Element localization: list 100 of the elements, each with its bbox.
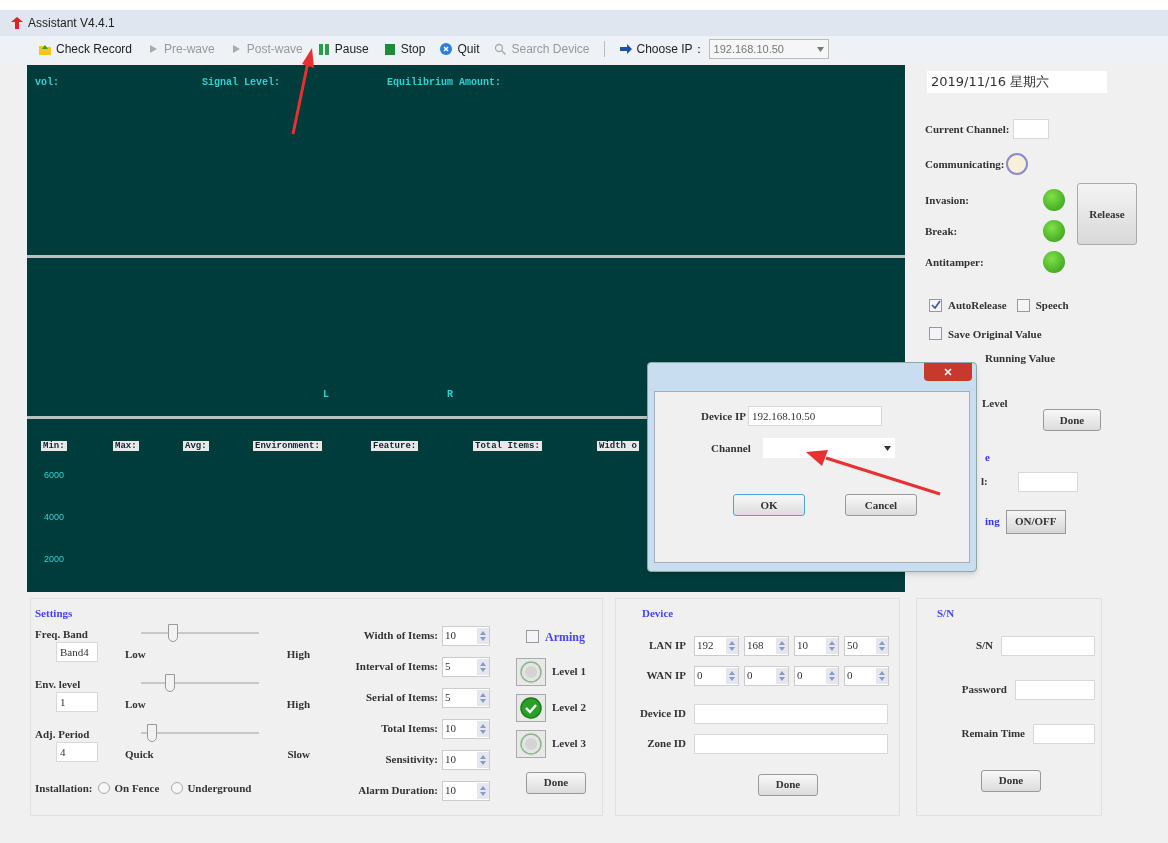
text-field[interactable] bbox=[694, 703, 888, 724]
axis-label: 4000 bbox=[44, 511, 66, 524]
spin-arrows-icon[interactable] bbox=[876, 637, 888, 654]
toolbar-button[interactable]: Stop bbox=[382, 40, 426, 58]
spin-field[interactable]: 10 bbox=[442, 625, 490, 646]
ip-label: WAN IP bbox=[645, 668, 686, 684]
done-button[interactable]: Done bbox=[758, 773, 818, 796]
slider-label: Adj. Period bbox=[35, 726, 91, 742]
spin-arrows-icon[interactable] bbox=[826, 637, 838, 654]
spin-arrows-icon[interactable] bbox=[477, 782, 489, 799]
slider-thumb[interactable] bbox=[164, 673, 175, 692]
radio-button[interactable] bbox=[98, 781, 111, 794]
done-button[interactable]: Done bbox=[1043, 409, 1101, 431]
spin-field[interactable]: 0 bbox=[744, 665, 789, 686]
level-option[interactable]: Level 2 bbox=[516, 693, 586, 722]
slider[interactable] bbox=[141, 723, 259, 742]
radio-label: On Fence bbox=[114, 780, 160, 796]
on-off-button[interactable]: ON/OFF bbox=[1005, 509, 1066, 534]
spin-field[interactable]: 5 bbox=[442, 687, 490, 708]
toolbar-button[interactable]: Quit bbox=[439, 40, 480, 58]
spin-field[interactable]: 0 bbox=[844, 665, 889, 686]
spin-arrows-icon[interactable] bbox=[477, 689, 489, 706]
checkbox[interactable] bbox=[1016, 298, 1030, 312]
slider-thumb[interactable] bbox=[168, 623, 178, 642]
ip-label: LAN IP bbox=[648, 638, 686, 654]
field-label: Channel bbox=[711, 440, 751, 456]
spinner-label: Sensitivity: bbox=[385, 752, 438, 768]
slider-label: Env. level bbox=[35, 676, 82, 692]
level-label: Level bbox=[982, 395, 1009, 411]
spin-arrows-icon[interactable] bbox=[477, 720, 489, 737]
slider-thumb[interactable] bbox=[147, 723, 158, 742]
slider[interactable] bbox=[141, 673, 259, 692]
alarm-label: Antitamper: bbox=[925, 254, 984, 270]
toolbar-button[interactable]: Choose IP： bbox=[618, 40, 705, 58]
group-label: ing bbox=[985, 514, 1000, 530]
spin-arrows-icon[interactable] bbox=[876, 667, 888, 684]
level-option[interactable]: Level 1 bbox=[516, 657, 586, 686]
channel-label: L bbox=[323, 388, 329, 402]
spin-arrows-icon[interactable] bbox=[826, 667, 838, 684]
checkbox[interactable] bbox=[929, 327, 942, 341]
radio-label: Underground bbox=[187, 780, 252, 796]
done-button[interactable]: Done bbox=[981, 769, 1041, 792]
stop-icon bbox=[382, 42, 397, 56]
radio-button[interactable] bbox=[171, 781, 184, 794]
spin-arrows-icon[interactable] bbox=[776, 637, 788, 654]
spin-field[interactable]: 0 bbox=[794, 665, 839, 686]
text-field[interactable] bbox=[1033, 723, 1095, 744]
option-label: Save Original Value bbox=[948, 326, 1042, 342]
spinner-label: Alarm Duration: bbox=[358, 783, 438, 799]
ip-dropdown[interactable]: 192.168.10.50 bbox=[708, 39, 829, 59]
toolbar-button[interactable]: Pause bbox=[316, 40, 369, 58]
slider[interactable] bbox=[141, 623, 259, 642]
slider-label: Freq. Band bbox=[35, 626, 89, 642]
spin-arrows-icon[interactable] bbox=[776, 667, 788, 684]
spinner-label: Serial of Items: bbox=[365, 690, 438, 706]
spin-field[interactable]: 10 bbox=[442, 749, 490, 770]
field-label: Password bbox=[961, 682, 1007, 698]
spin-field[interactable]: 0 bbox=[694, 665, 739, 686]
value-field[interactable]: Band4 bbox=[56, 642, 98, 662]
spin-field[interactable]: 192 bbox=[694, 635, 739, 656]
graph-label: Equilibrium Amount: bbox=[387, 77, 502, 88]
value-field[interactable]: 1 bbox=[56, 692, 98, 712]
spin-arrows-icon[interactable] bbox=[726, 637, 738, 654]
axis-label: 6000 bbox=[44, 469, 66, 482]
checkbox[interactable] bbox=[526, 630, 539, 643]
date-field: 2019/11/16 星期六 bbox=[927, 71, 1107, 93]
spin-arrows-icon[interactable] bbox=[477, 658, 489, 675]
text-field[interactable] bbox=[1017, 471, 1078, 492]
spin-arrows-icon[interactable] bbox=[477, 751, 489, 768]
level-option[interactable]: Level 3 bbox=[516, 729, 586, 758]
option-label: Speech bbox=[1035, 298, 1069, 313]
spin-field[interactable]: 10 bbox=[442, 780, 490, 801]
release-button[interactable]: Release bbox=[1077, 183, 1137, 245]
text-field[interactable] bbox=[1001, 635, 1095, 656]
spinner-label: Width of Items: bbox=[363, 628, 438, 644]
spin-field[interactable]: 10 bbox=[442, 718, 490, 739]
spin-field[interactable]: 50 bbox=[844, 635, 889, 656]
device-ip-field[interactable]: 192.168.10.50 bbox=[747, 406, 882, 426]
spin-field[interactable]: 5 bbox=[442, 656, 490, 677]
text-field[interactable] bbox=[1015, 679, 1095, 700]
communicating-label: Communicating: bbox=[925, 156, 1005, 172]
value-field[interactable]: 4 bbox=[56, 742, 98, 762]
channel-dropdown[interactable] bbox=[762, 438, 895, 458]
group-label: e bbox=[985, 450, 991, 465]
field-label: l: bbox=[981, 474, 988, 490]
dialog-button[interactable]: OK bbox=[733, 494, 805, 516]
spin-arrows-icon[interactable] bbox=[477, 627, 489, 644]
text-field[interactable] bbox=[694, 733, 888, 754]
checkbox[interactable] bbox=[929, 298, 942, 312]
toolbar-button[interactable]: Check Record bbox=[38, 40, 133, 58]
spin-arrows-icon[interactable] bbox=[726, 667, 738, 684]
dialog-button[interactable]: Cancel bbox=[845, 494, 917, 516]
done-button[interactable]: Done bbox=[526, 771, 586, 794]
field-label: Zone ID bbox=[646, 736, 686, 752]
spin-field[interactable]: 10 bbox=[794, 635, 839, 656]
spin-field[interactable]: 168 bbox=[744, 635, 789, 656]
group-title: S/N bbox=[937, 606, 956, 621]
close-button[interactable] bbox=[924, 363, 972, 381]
channel-field[interactable] bbox=[1013, 119, 1050, 139]
slider-max-label: Slow bbox=[287, 746, 310, 762]
